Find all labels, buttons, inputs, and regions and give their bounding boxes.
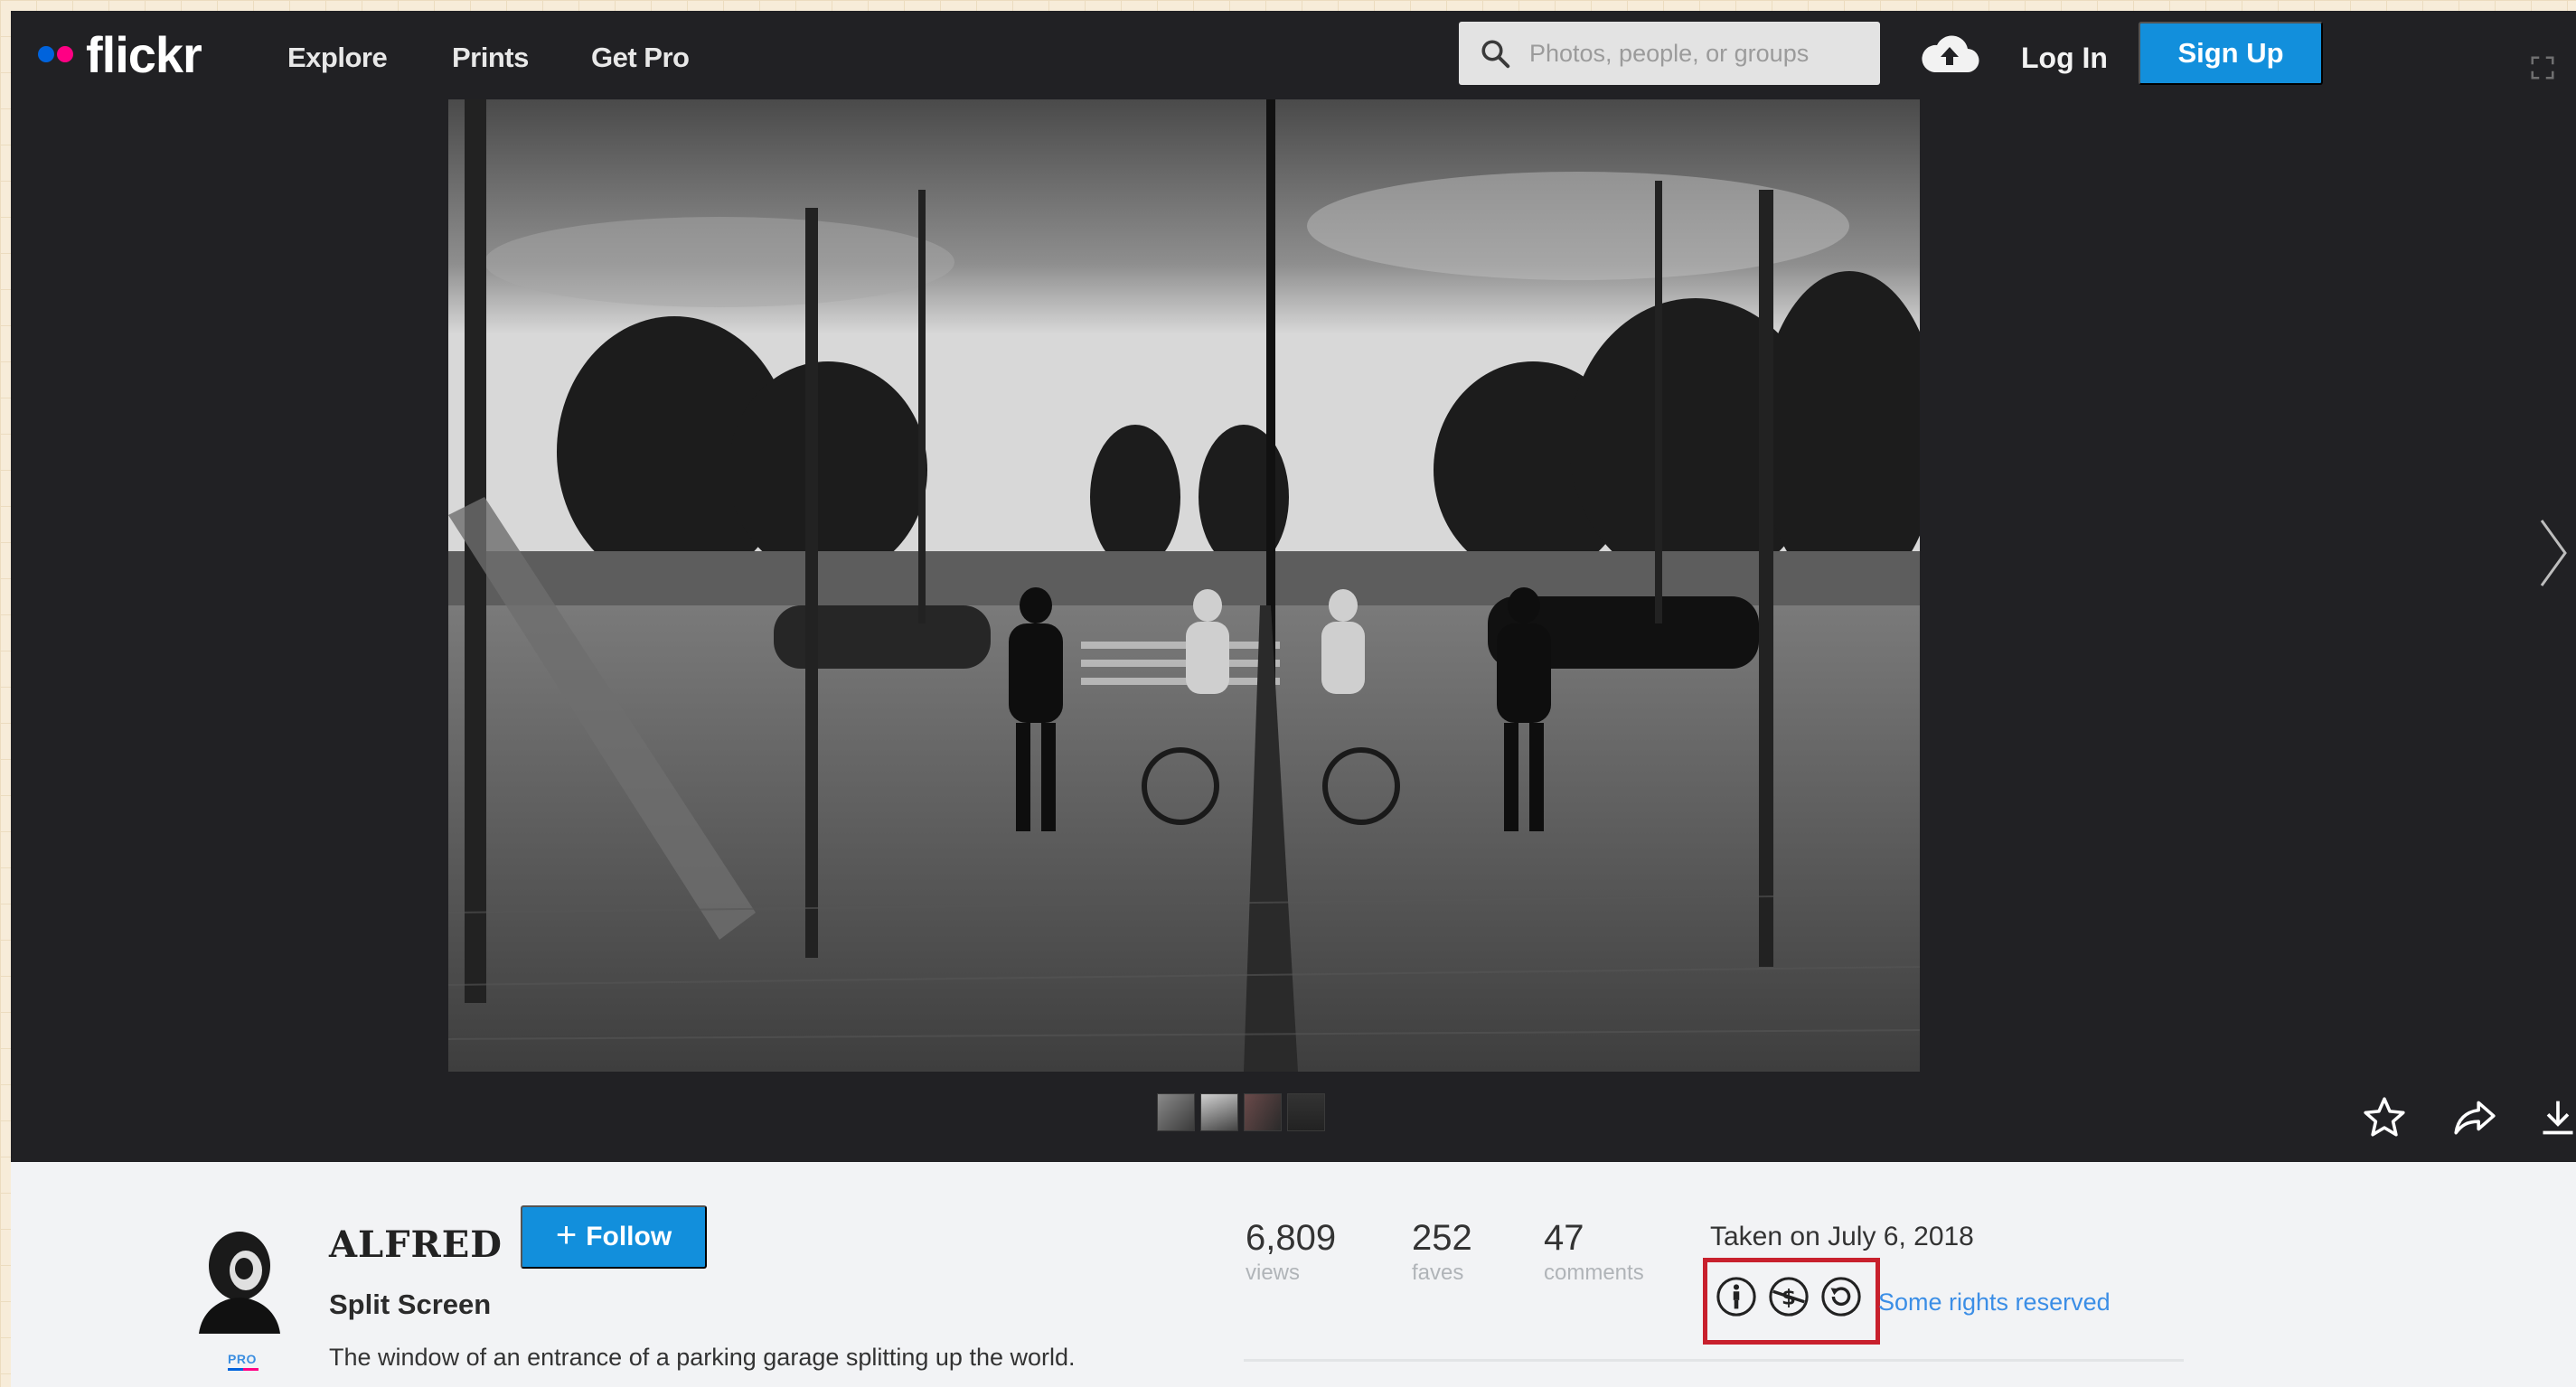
thumbnail[interactable] bbox=[1200, 1093, 1238, 1131]
plus-icon: + bbox=[555, 1215, 578, 1255]
stat-value: 6,809 bbox=[1246, 1218, 1337, 1258]
photo-image bbox=[448, 99, 1920, 1072]
share-icon[interactable] bbox=[2451, 1095, 2498, 1140]
nav-explore[interactable]: Explore bbox=[287, 42, 388, 74]
owner-name[interactable]: ALFRED bbox=[329, 1223, 503, 1266]
fave-star-icon[interactable] bbox=[2361, 1095, 2408, 1140]
follow-label: Follow bbox=[586, 1222, 672, 1251]
stat-comments: 47 comments bbox=[1544, 1218, 1644, 1286]
signup-button[interactable]: Sign Up bbox=[2139, 22, 2323, 85]
cc-sharealike-icon bbox=[1821, 1277, 1861, 1317]
thumbnail[interactable] bbox=[1287, 1093, 1325, 1131]
taken-date[interactable]: Taken on July 6, 2018 bbox=[1710, 1222, 1974, 1252]
download-icon[interactable] bbox=[2538, 1095, 2576, 1140]
pro-badge: PRO bbox=[228, 1352, 259, 1371]
thumbnail[interactable] bbox=[1244, 1093, 1282, 1131]
stat-label: views bbox=[1246, 1260, 1301, 1285]
photo-title: Split Screen bbox=[329, 1289, 492, 1320]
follow-button[interactable]: + Follow bbox=[521, 1205, 707, 1269]
stat-label: faves bbox=[1412, 1260, 1464, 1285]
photo-description: The window of an entrance of a parking g… bbox=[329, 1344, 1076, 1371]
logo-wordmark: flickr bbox=[86, 25, 202, 83]
fullscreen-icon[interactable] bbox=[2529, 54, 2556, 81]
upload-cloud-icon[interactable] bbox=[1920, 33, 1979, 79]
stat-value: 47 bbox=[1544, 1218, 1584, 1258]
thumbnail[interactable] bbox=[1157, 1093, 1195, 1131]
search-icon bbox=[1481, 40, 1510, 69]
owner-avatar[interactable] bbox=[190, 1225, 289, 1334]
license-link[interactable]: Some rights reserved bbox=[1878, 1289, 2111, 1317]
stat-label: comments bbox=[1544, 1260, 1644, 1285]
photo-info-panel: PRO ALFRED + Follow Split Screen The win… bbox=[11, 1162, 2576, 1387]
stat-views: 6,809 views bbox=[1246, 1218, 1336, 1286]
divider bbox=[1244, 1359, 2184, 1362]
logo-blue-dot bbox=[38, 46, 54, 62]
browser-viewport: flickr Explore Prints Get Pro Log In Sig… bbox=[11, 11, 2576, 1387]
top-navigation-bar: flickr Explore Prints Get Pro Log In Sig… bbox=[11, 11, 2576, 99]
cc-by-icon bbox=[1716, 1277, 1756, 1317]
nav-prints[interactable]: Prints bbox=[452, 42, 529, 74]
stat-faves: 252 faves bbox=[1412, 1218, 1472, 1286]
stat-value: 252 bbox=[1412, 1218, 1472, 1258]
search-box[interactable] bbox=[1459, 22, 1880, 85]
next-photo-arrow-icon[interactable] bbox=[2538, 517, 2569, 589]
flickr-logo[interactable]: flickr bbox=[38, 25, 202, 83]
login-link[interactable]: Log In bbox=[2021, 42, 2108, 75]
license-icons[interactable]: $ bbox=[1716, 1276, 1862, 1317]
logo-pink-dot bbox=[57, 46, 73, 62]
main-photo[interactable] bbox=[448, 99, 1920, 1072]
nav-get-pro[interactable]: Get Pro bbox=[591, 42, 690, 74]
cc-noncommercial-icon: $ bbox=[1769, 1277, 1809, 1317]
thumbnail-strip bbox=[1157, 1093, 1325, 1131]
search-input[interactable] bbox=[1529, 39, 1855, 68]
